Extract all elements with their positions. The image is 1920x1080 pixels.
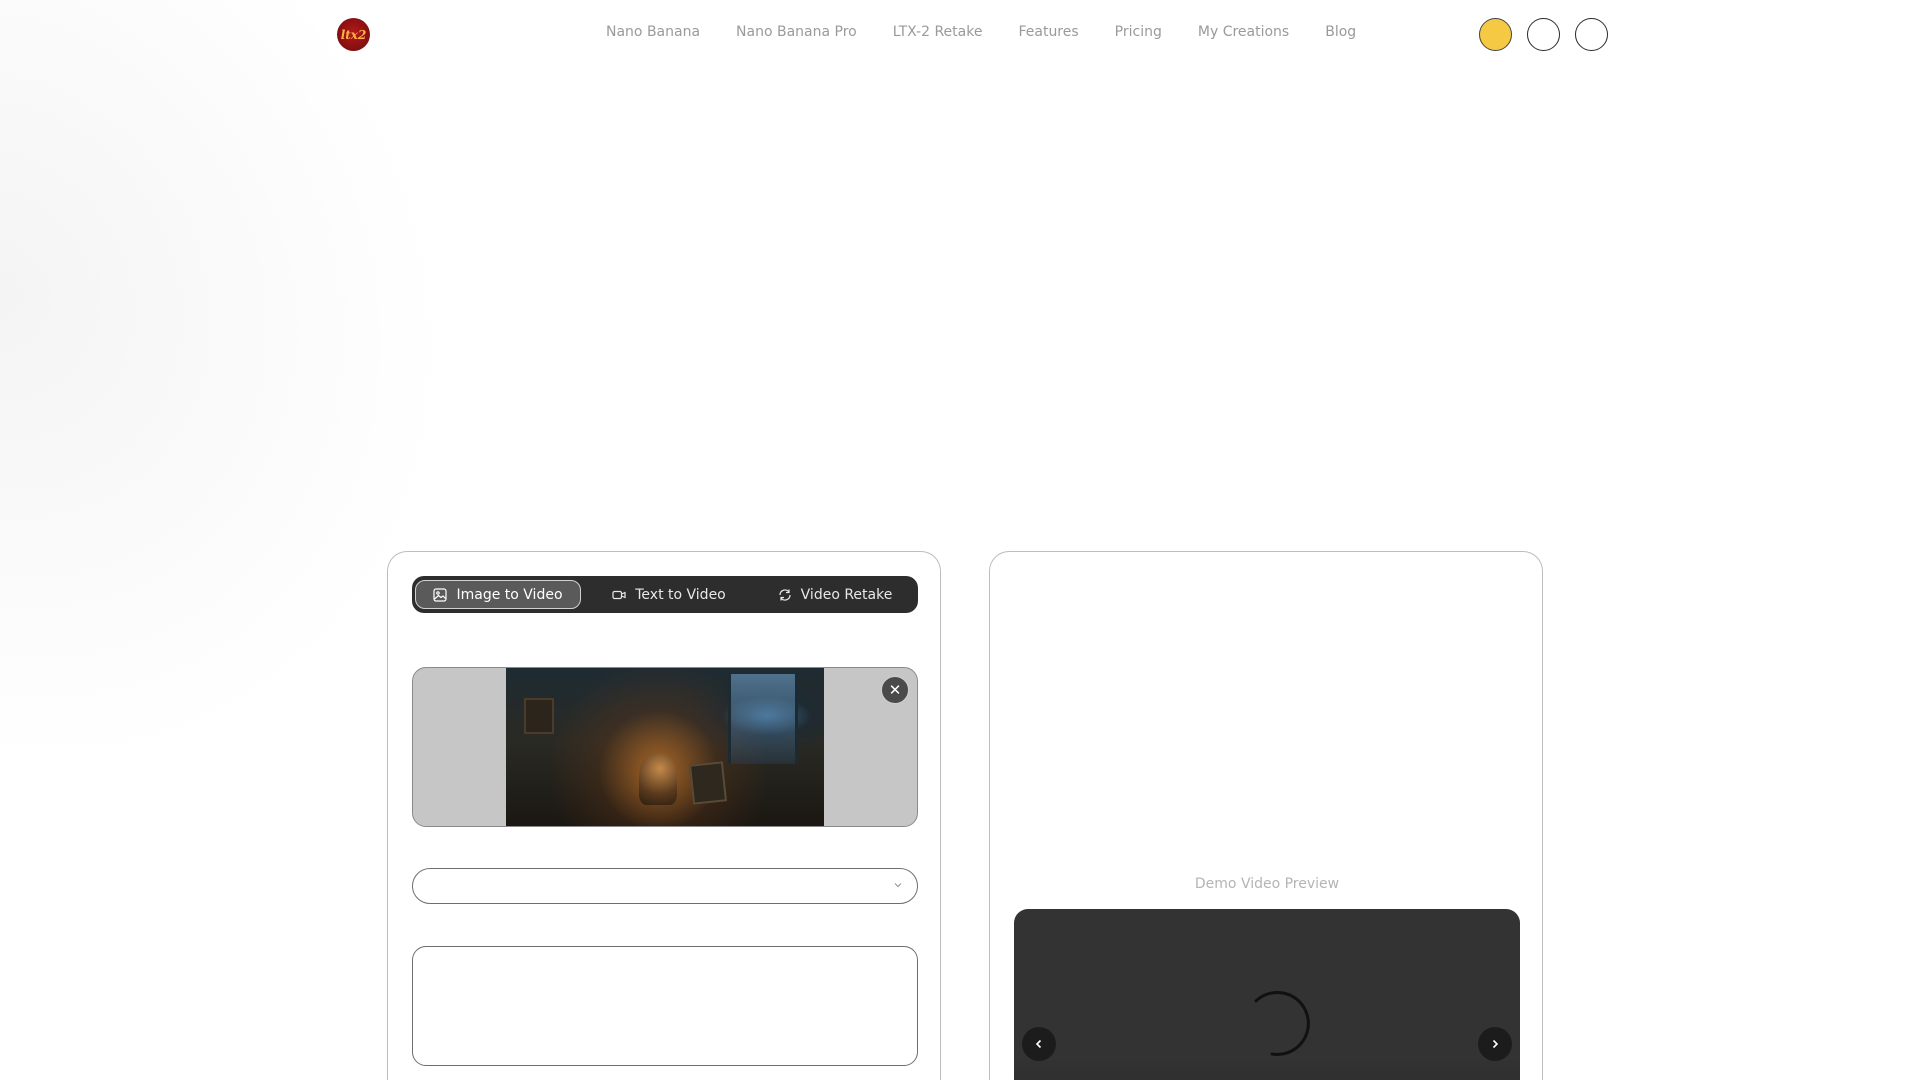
logo-text: ltx2 xyxy=(340,27,367,42)
chevron-left-icon xyxy=(1035,1039,1042,1049)
site-header: ltx2 Nano Banana Nano Banana Pro LTX-2 R… xyxy=(0,0,1920,68)
chevron-down-icon xyxy=(894,883,902,888)
generator-panel: Image to Video Text to Video Video Retak… xyxy=(387,551,941,1080)
credits-button[interactable] xyxy=(1479,18,1512,51)
tab-text-to-video[interactable]: Text to Video xyxy=(589,580,749,609)
nav-blog[interactable]: Blog xyxy=(1325,24,1356,44)
nav-ltx2-retake[interactable]: LTX-2 Retake xyxy=(893,24,983,44)
nav-nano-banana-pro[interactable]: Nano Banana Pro xyxy=(736,24,857,44)
remove-image-button[interactable]: ✕ xyxy=(881,676,909,704)
main-nav: Nano Banana Nano Banana Pro LTX-2 Retake… xyxy=(606,24,1392,44)
chevron-right-icon xyxy=(1492,1039,1499,1049)
previous-video-button[interactable] xyxy=(1022,1027,1056,1061)
tab-label: Image to Video xyxy=(456,586,563,603)
nav-my-creations[interactable]: My Creations xyxy=(1198,24,1289,44)
preview-panel: Demo Video Preview xyxy=(989,551,1543,1080)
model-select[interactable] xyxy=(412,868,918,904)
mode-tabs: Image to Video Text to Video Video Retak… xyxy=(412,576,918,613)
prompt-input[interactable] xyxy=(412,946,918,1066)
nav-nano-banana[interactable]: Nano Banana xyxy=(606,24,700,44)
image-upload-area[interactable]: ✕ xyxy=(412,667,918,827)
next-video-button[interactable] xyxy=(1478,1027,1512,1061)
demo-video-player[interactable] xyxy=(1014,909,1520,1080)
nav-features[interactable]: Features xyxy=(1018,24,1078,44)
uploaded-image-preview xyxy=(506,668,824,826)
refresh-icon xyxy=(779,588,791,601)
loading-spinner-icon xyxy=(1254,990,1310,1056)
close-icon: ✕ xyxy=(888,680,902,699)
tab-video-retake[interactable]: Video Retake xyxy=(755,580,915,609)
image-icon xyxy=(433,587,448,602)
nav-pricing[interactable]: Pricing xyxy=(1115,24,1162,44)
preview-label: Demo Video Preview xyxy=(1194,876,1340,892)
tab-label: Video Retake xyxy=(800,586,893,603)
theme-toggle-button[interactable] xyxy=(1527,18,1560,51)
video-camera-icon xyxy=(612,590,626,599)
account-button[interactable] xyxy=(1575,18,1608,51)
site-logo[interactable]: ltx2 xyxy=(337,18,370,51)
tab-label: Text to Video xyxy=(635,586,726,603)
tab-image-to-video[interactable]: Image to Video xyxy=(415,580,581,609)
